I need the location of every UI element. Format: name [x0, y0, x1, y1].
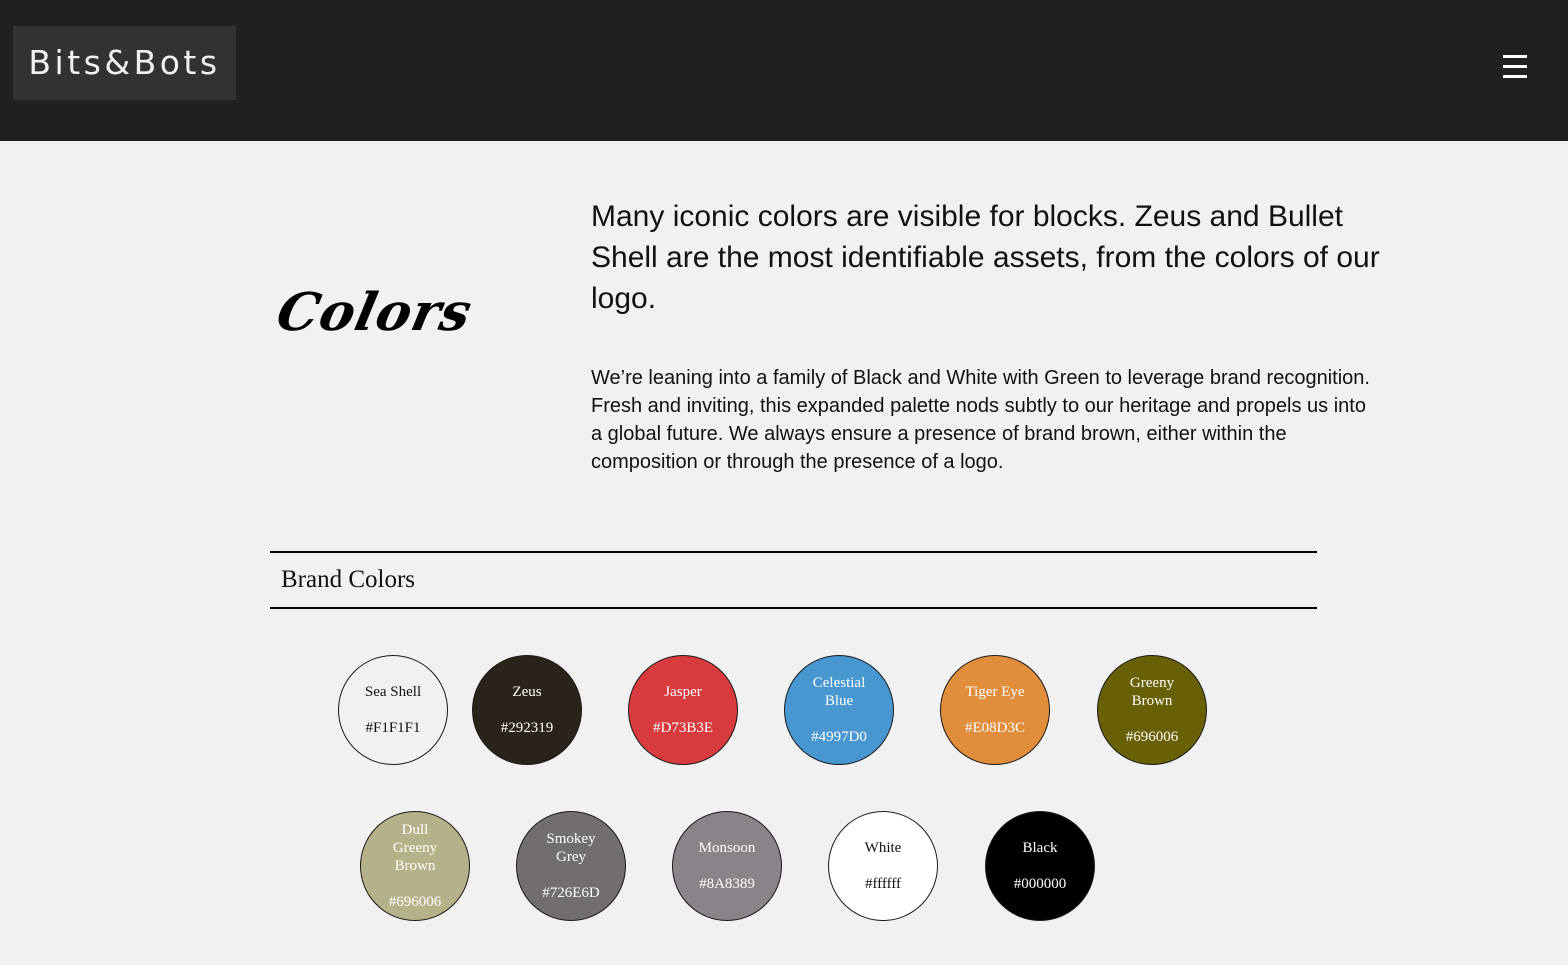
brand-logo[interactable]: Bits&Bots — [13, 26, 236, 100]
swatch-name: Tiger Eye — [965, 684, 1025, 700]
color-swatch: Dull Greeny Brown #696006 — [360, 811, 470, 921]
hamburger-menu-icon[interactable] — [1498, 50, 1532, 84]
color-swatch: Celestial Blue #4997D0 — [784, 655, 894, 765]
swatch-hex: #8A8389 — [699, 876, 755, 892]
swatch-hex: #000000 — [1013, 876, 1067, 892]
menu-icon-bar — [1503, 55, 1527, 58]
swatch-name: Dull Greeny Brown — [392, 822, 438, 874]
menu-icon-bar — [1503, 65, 1527, 68]
color-swatch: Smokey Grey #726E6D — [516, 811, 626, 921]
swatch-name: Smokey Grey — [546, 831, 596, 865]
color-swatch: White #ffffff — [828, 811, 938, 921]
section-title: Colors — [271, 282, 478, 343]
swatch-name: Monsoon — [698, 840, 756, 856]
color-swatch: Sea Shell #F1F1F1 — [338, 655, 448, 765]
swatch-hex: #D73B3E — [653, 720, 713, 736]
swatch-name: Celestial Blue — [812, 675, 866, 709]
menu-icon-bar — [1503, 75, 1527, 78]
swatch-hex: #E08D3C — [965, 720, 1025, 736]
color-swatch: Black #000000 — [985, 811, 1095, 921]
swatch-hex: #696006 — [1125, 729, 1179, 745]
swatch-name: White — [864, 840, 902, 856]
color-swatch: Greeny Brown #696006 — [1097, 655, 1207, 765]
swatch-name: Jasper — [664, 684, 702, 700]
swatch-hex: #F1F1F1 — [365, 720, 421, 736]
swatch-name: Zeus — [512, 684, 542, 700]
swatch-name: Greeny Brown — [1129, 675, 1175, 709]
swatch-name: Sea Shell — [364, 684, 422, 700]
brand-colors-header: Brand Colors — [270, 551, 1317, 609]
swatch-hex: #292319 — [500, 720, 554, 736]
color-swatch: Jasper #D73B3E — [628, 655, 738, 765]
color-swatch: Zeus #292319 — [472, 655, 582, 765]
brand-colors-heading: Brand Colors — [281, 566, 416, 593]
swatch-name: Black — [1022, 840, 1058, 856]
intro-lead-text: Many iconic colors are visible for block… — [591, 200, 1380, 315]
color-swatch: Tiger Eye #E08D3C — [940, 655, 1050, 765]
swatch-hex: #696006 — [388, 894, 442, 910]
intro-body-text: We’re leaning into a family of Black and… — [591, 367, 1370, 473]
swatch-hex: #4997D0 — [811, 729, 867, 745]
swatch-hex: #726E6D — [542, 885, 600, 901]
color-swatch: Monsoon #8A8389 — [672, 811, 782, 921]
top-navigation-bar: Bits&Bots — [0, 0, 1568, 141]
swatch-hex: #ffffff — [864, 876, 902, 892]
